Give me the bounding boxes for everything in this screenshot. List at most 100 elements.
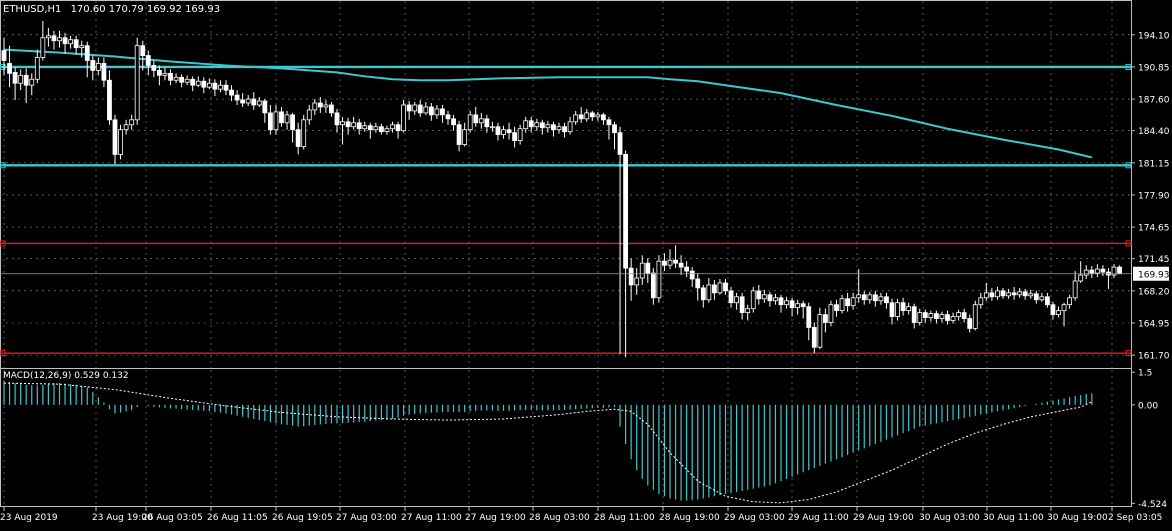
candle-body-bull — [534, 122, 540, 128]
candle-body-bear — [428, 106, 434, 116]
candle-body-bull — [761, 294, 767, 300]
candle-body-bull — [462, 129, 468, 145]
candle-body-bear — [290, 114, 296, 131]
candle-body-bull — [373, 126, 379, 131]
candle-body-bull — [95, 63, 101, 71]
candle-body-bull — [878, 296, 884, 302]
candle-body-bull — [828, 304, 834, 323]
candle-body-bear — [889, 302, 895, 317]
candle-body-bull — [218, 84, 223, 90]
chart-canvas[interactable]: 194.10 190.85 187.60 184.40 181.15 177.90 174.… — [0, 0, 1172, 527]
candle-body-bear — [317, 102, 323, 108]
candle-body-bull — [384, 128, 390, 133]
candle-body-bull — [284, 114, 290, 124]
macd-y-tick-label: -4.524 — [1138, 500, 1167, 510]
candle-body-bear — [484, 118, 490, 128]
candle-body-bear — [73, 39, 79, 49]
candle-body-bull — [301, 119, 307, 147]
candle-body-bear — [234, 94, 240, 101]
candle-body-bear — [495, 126, 501, 136]
candle-body-bear — [612, 124, 617, 134]
candle-body-bear — [872, 294, 878, 302]
candle-body-bear — [395, 124, 401, 132]
x-tick-label: 27 Aug 11:00 — [401, 513, 462, 523]
candle-body-bear — [1033, 293, 1039, 301]
candle-body-bear — [240, 99, 246, 104]
candle-body-bull — [895, 302, 900, 317]
horizontal-levels[interactable] — [0, 63, 1132, 357]
candle-body-bear — [145, 55, 151, 66]
candle-body-bull — [517, 128, 523, 141]
candle-body-bear — [845, 298, 850, 307]
candle-body-bear — [617, 132, 623, 155]
x-tick-label: 29 Aug 19:00 — [853, 513, 914, 523]
candle-body-bear — [1100, 268, 1106, 273]
candle-body-bull — [478, 118, 484, 124]
candle-body-bear — [140, 45, 146, 56]
candle-body-bull — [706, 284, 712, 301]
candle-body-bull — [489, 126, 495, 129]
candle-body-bear — [767, 294, 773, 302]
macd-frame — [0, 368, 1132, 507]
candle-body-bull — [195, 80, 201, 86]
candle-body-bull — [34, 57, 40, 80]
candle-body-bear — [700, 287, 706, 301]
x-tick-label: 28 Aug 11:00 — [594, 513, 655, 523]
candle-body-bull — [29, 78, 35, 86]
candle-body-bull — [850, 297, 856, 307]
candle-body-bear — [456, 124, 462, 145]
candle-body-bear — [262, 100, 268, 114]
candle-body-bear — [334, 112, 340, 126]
candle-body-bear — [378, 126, 384, 133]
y-tick-label: 181.15 — [1138, 159, 1170, 169]
candle-body-bull — [467, 114, 473, 131]
macd-y-tick-label: 0.00 — [1138, 401, 1158, 411]
candle-body-bear — [578, 114, 584, 120]
candle-body-bear — [934, 313, 939, 319]
x-tick-label: 2 Sep 03:05 — [1108, 513, 1162, 523]
candle-body-bear — [689, 270, 695, 280]
candle-body-bear — [1117, 266, 1122, 275]
x-tick-label: 28 Aug 19:00 — [659, 513, 720, 523]
candle-body-bear — [179, 76, 185, 83]
candle-body-bear — [201, 80, 207, 88]
candle-body-bull — [1017, 291, 1023, 296]
macd-label: MACD(12,26,9) 0.529 0.132 — [3, 371, 129, 381]
candle-body-bull — [584, 112, 590, 120]
candle-body-bull — [1078, 274, 1084, 282]
candle-body-bear — [84, 45, 90, 61]
candle-body-bear — [445, 114, 451, 120]
candle-body-bull — [162, 72, 168, 76]
candle-body-bull — [184, 78, 190, 83]
candle-body-bear — [623, 154, 628, 269]
candle-body-bear — [756, 290, 762, 300]
candle-body-bear — [329, 104, 334, 114]
candle-body-bear — [1022, 291, 1028, 297]
candle-body-bear — [473, 114, 479, 124]
candle-body-bull — [412, 104, 418, 112]
candle-body-bull — [312, 102, 318, 111]
candle-body-bull — [734, 296, 739, 304]
candle-body-bear — [90, 60, 96, 71]
candle-body-bear — [728, 290, 734, 304]
candle-body-bull — [1028, 293, 1034, 297]
candle-body-bull — [939, 314, 945, 319]
candle-body-bear — [7, 63, 12, 74]
candle-body-bull — [906, 306, 912, 312]
x-tick-label: 26 Aug 11:05 — [207, 513, 268, 523]
candle-body-bear — [417, 104, 423, 114]
candle-body-bear — [539, 122, 545, 129]
trading-chart[interactable]: 194.10 190.85 187.60 184.40 181.15 177.90 174.… — [0, 0, 1172, 527]
candle-body-bear — [528, 120, 534, 128]
candle-body-bear — [723, 282, 728, 292]
candle-body-bear — [440, 108, 445, 116]
current-price-label: 169.93 — [1138, 270, 1170, 280]
y-tick-label: 184.40 — [1138, 127, 1170, 137]
candle-body-bear — [1, 50, 7, 61]
candle-body-bear — [628, 267, 634, 286]
candle-body-bull — [995, 290, 1000, 298]
candle-body-bear — [606, 119, 612, 126]
candle-body-bull — [256, 100, 262, 106]
x-tick-label: 27 Aug 19:00 — [465, 513, 526, 523]
axes: 194.10 190.85 187.60 184.40 181.15 177.90 174.… — [0, 31, 1170, 523]
